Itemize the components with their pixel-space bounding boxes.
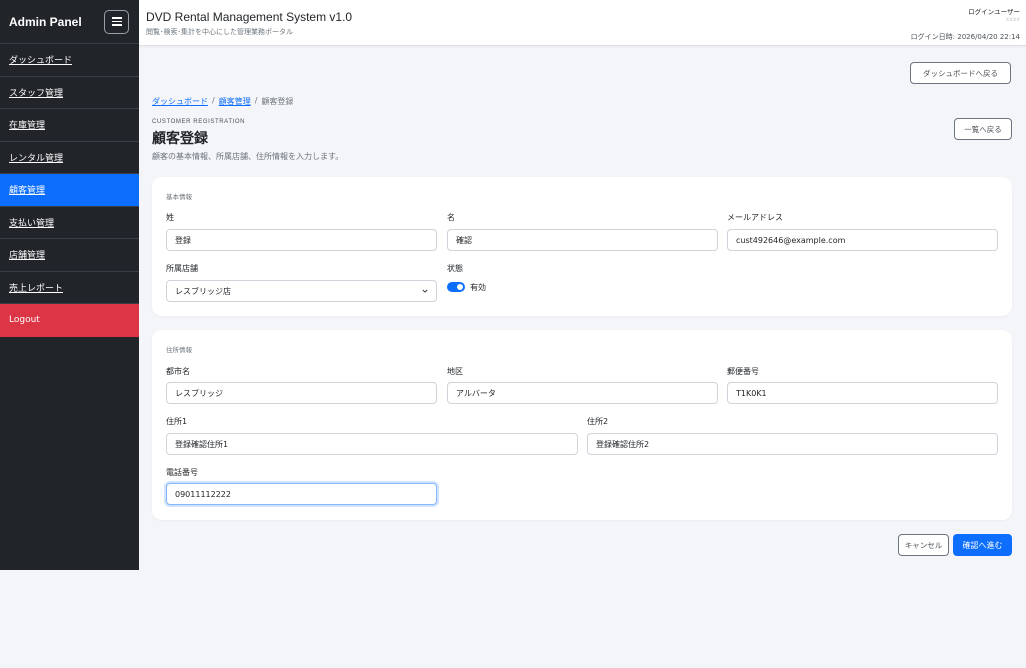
sidebar-item-dashboard[interactable]: ダッシュボード (0, 44, 139, 77)
page-eyebrow: CUSTOMER REGISTRATION (152, 119, 246, 125)
phone-label: 電話番号 (166, 468, 198, 477)
login-time: ログイン日時: 2026/04/20 22:14 (910, 33, 1020, 41)
address2-label: 住所2 (587, 417, 609, 426)
store-label: 所属店舗 (166, 264, 198, 273)
hamburger-icon (111, 17, 122, 19)
email-label: メールアドレス (727, 213, 783, 222)
user-name: xxxx (1005, 16, 1020, 23)
breadcrumb-customers[interactable]: 顧客管理 (219, 96, 251, 107)
basic-info-card: 基本情報 姓 登録 名 確認 メールアドレス cust492646@exampl… (152, 177, 1012, 316)
city-label: 都市名 (166, 367, 190, 376)
back-to-list-button[interactable]: 一覧へ戻る (954, 118, 1012, 140)
district-input[interactable]: アルバータ (447, 382, 718, 404)
sidebar-item-inventory[interactable]: 在庫管理 (0, 109, 139, 142)
first-name-input[interactable]: 確認 (447, 229, 718, 251)
menu-toggle-button[interactable] (104, 9, 129, 34)
breadcrumb: ダッシュボード / 顧客管理 / 顧客登録 (152, 96, 294, 107)
store-select[interactable]: レスブリッジ店 (166, 280, 437, 302)
sidebar-item-customers[interactable]: 顧客管理 (0, 174, 139, 207)
app-subtitle: 閲覧･検索･集計を中心にした管理業務ポータル (146, 28, 293, 36)
city-input[interactable]: レスブリッジ (166, 382, 437, 404)
top-header: DVD Rental Management System v1.0 閲覧･検索･… (139, 0, 1026, 46)
address2-input[interactable]: 登録確認住所2 (587, 433, 998, 455)
email-input[interactable]: cust492646@example.com (727, 229, 998, 251)
page-description: 顧客の基本情報、所属店舗、住所情報を入力します。 (152, 152, 344, 161)
user-label: ログインユーザー (968, 8, 1020, 16)
postal-code-label: 郵便番号 (727, 367, 759, 376)
status-toggle[interactable] (447, 282, 465, 292)
sidebar-brand: Admin Panel (0, 0, 139, 44)
last-name-label: 姓 (166, 213, 174, 222)
sidebar-item-rental[interactable]: レンタル管理 (0, 142, 139, 174)
submit-button[interactable]: 確認へ進む (953, 534, 1012, 556)
sidebar-item-staff[interactable]: スタッフ管理 (0, 77, 139, 109)
district-label: 地区 (447, 367, 463, 376)
address-info-card: 住所情報 都市名 レスブリッジ 地区 アルバータ 郵便番号 T1K0K1 住所1… (152, 330, 1012, 520)
sidebar-item-stores[interactable]: 店舗管理 (0, 239, 139, 272)
last-name-input[interactable]: 登録 (166, 229, 437, 251)
app-title: DVD Rental Management System v1.0 (146, 10, 353, 24)
breadcrumb-dashboard[interactable]: ダッシュボード (152, 96, 208, 107)
breadcrumb-current: 顧客登録 (261, 97, 294, 106)
cancel-button[interactable]: キャンセル (898, 534, 949, 556)
first-name-label: 名 (447, 213, 455, 222)
store-select-value: レスブリッジ店 (175, 286, 231, 296)
back-to-dashboard-button[interactable]: ダッシュボードへ戻る (910, 62, 1011, 84)
page-title: 顧客登録 (152, 131, 208, 147)
postal-code-input[interactable]: T1K0K1 (727, 382, 998, 404)
brand-title: Admin Panel (9, 14, 82, 29)
logout-button[interactable]: Logout (0, 304, 139, 337)
address1-input[interactable]: 登録確認住所1 (166, 433, 578, 455)
address-info-title: 住所情報 (166, 346, 192, 354)
status-label: 状態 (447, 264, 463, 273)
chevron-down-icon (422, 289, 428, 293)
address1-label: 住所1 (166, 417, 188, 426)
status-toggle-label: 有効 (470, 283, 486, 292)
sidebar-item-sales-report[interactable]: 売上レポート (0, 272, 139, 304)
basic-info-title: 基本情報 (166, 193, 192, 201)
phone-input[interactable]: 09011112222 (166, 483, 437, 505)
sidebar: Admin Panel ダッシュボード スタッフ管理 在庫管理 レンタル管理 顧… (0, 0, 139, 570)
sidebar-item-payments[interactable]: 支払い管理 (0, 207, 139, 239)
